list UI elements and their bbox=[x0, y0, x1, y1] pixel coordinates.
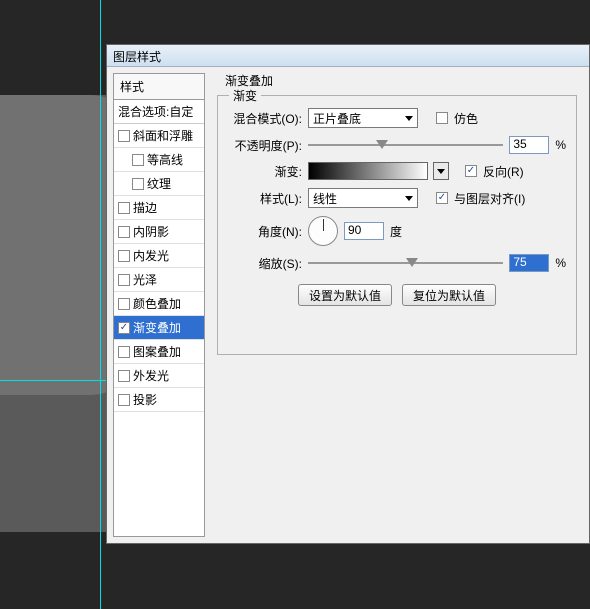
style-item-3[interactable]: 描边 bbox=[114, 196, 204, 220]
style-item-label: 外发光 bbox=[133, 367, 169, 384]
style-checkbox[interactable] bbox=[118, 298, 130, 310]
align-label: 与图层对齐(I) bbox=[454, 190, 525, 207]
style-item-label: 纹理 bbox=[147, 175, 171, 192]
style-item-11[interactable]: 投影 bbox=[114, 388, 204, 412]
style-item-9[interactable]: 图案叠加 bbox=[114, 340, 204, 364]
angle-unit: 度 bbox=[390, 223, 402, 240]
style-item-label: 内阴影 bbox=[133, 223, 169, 240]
styles-panel: 样式 混合选项:自定 斜面和浮雕等高线纹理描边内阴影内发光光泽颜色叠加渐变叠加图… bbox=[113, 73, 205, 537]
style-checkbox[interactable] bbox=[118, 130, 130, 142]
style-item-label: 颜色叠加 bbox=[133, 295, 181, 312]
style-item-5[interactable]: 内发光 bbox=[114, 244, 204, 268]
reverse-checkbox[interactable] bbox=[465, 165, 477, 177]
blend-mode-dropdown[interactable]: 正片叠底 bbox=[308, 108, 418, 128]
style-label: 样式(L): bbox=[228, 190, 302, 207]
angle-input[interactable]: 90 bbox=[344, 222, 384, 240]
opacity-label: 不透明度(P): bbox=[228, 137, 302, 154]
scale-input[interactable]: 75 bbox=[509, 254, 549, 272]
reverse-label: 反向(R) bbox=[483, 163, 524, 180]
style-item-4[interactable]: 内阴影 bbox=[114, 220, 204, 244]
opacity-input[interactable]: 35 bbox=[509, 136, 549, 154]
reset-default-button[interactable]: 复位为默认值 bbox=[402, 284, 496, 306]
style-item-1[interactable]: 等高线 bbox=[114, 148, 204, 172]
style-item-7[interactable]: 颜色叠加 bbox=[114, 292, 204, 316]
gradient-picker[interactable] bbox=[308, 162, 428, 180]
style-item-0[interactable]: 斜面和浮雕 bbox=[114, 124, 204, 148]
style-item-label: 内发光 bbox=[133, 247, 169, 264]
blend-mode-label: 混合模式(O): bbox=[228, 110, 302, 127]
dialog-titlebar[interactable]: 图层样式 bbox=[107, 45, 589, 67]
blend-mode-value: 正片叠底 bbox=[313, 110, 361, 127]
layer-style-dialog: 图层样式 样式 混合选项:自定 斜面和浮雕等高线纹理描边内阴影内发光光泽颜色叠加… bbox=[106, 44, 590, 544]
style-item-10[interactable]: 外发光 bbox=[114, 364, 204, 388]
dialog-title: 图层样式 bbox=[113, 50, 161, 64]
opacity-unit: % bbox=[555, 138, 566, 152]
chevron-down-icon bbox=[405, 196, 413, 201]
style-checkbox[interactable] bbox=[132, 178, 144, 190]
chevron-down-icon bbox=[437, 169, 445, 174]
gradient-overlay-panel: 渐变叠加 渐变 混合模式(O): 正片叠底 仿色 不透明度(P): bbox=[209, 73, 583, 537]
dither-checkbox[interactable] bbox=[436, 112, 448, 124]
gradient-label: 渐变: bbox=[228, 163, 302, 180]
style-checkbox[interactable] bbox=[132, 154, 144, 166]
style-item-2[interactable]: 纹理 bbox=[114, 172, 204, 196]
style-item-label: 渐变叠加 bbox=[133, 319, 181, 336]
style-checkbox[interactable] bbox=[118, 250, 130, 262]
align-checkbox[interactable] bbox=[436, 192, 448, 204]
style-item-label: 光泽 bbox=[133, 271, 157, 288]
blending-options[interactable]: 混合选项:自定 bbox=[114, 100, 204, 124]
chevron-down-icon bbox=[405, 116, 413, 121]
dither-label: 仿色 bbox=[454, 110, 478, 127]
style-value: 线性 bbox=[313, 190, 337, 207]
style-item-label: 图案叠加 bbox=[133, 343, 181, 360]
style-checkbox[interactable] bbox=[118, 202, 130, 214]
style-item-label: 描边 bbox=[133, 199, 157, 216]
angle-label: 角度(N): bbox=[228, 223, 302, 240]
opacity-slider[interactable] bbox=[308, 137, 503, 153]
style-item-6[interactable]: 光泽 bbox=[114, 268, 204, 292]
style-item-8[interactable]: 渐变叠加 bbox=[114, 316, 204, 340]
scale-slider[interactable] bbox=[308, 255, 503, 271]
style-dropdown[interactable]: 线性 bbox=[308, 188, 418, 208]
gradient-dropdown-button[interactable] bbox=[433, 162, 449, 180]
style-checkbox[interactable] bbox=[118, 274, 130, 286]
scale-unit: % bbox=[555, 256, 566, 270]
subgroup-title: 渐变 bbox=[229, 87, 261, 104]
style-checkbox[interactable] bbox=[118, 370, 130, 382]
style-item-label: 斜面和浮雕 bbox=[133, 127, 193, 144]
set-default-button[interactable]: 设置为默认值 bbox=[298, 284, 392, 306]
style-checkbox[interactable] bbox=[118, 322, 130, 334]
style-checkbox[interactable] bbox=[118, 226, 130, 238]
style-checkbox[interactable] bbox=[118, 394, 130, 406]
scale-label: 缩放(S): bbox=[228, 255, 302, 272]
style-item-label: 投影 bbox=[133, 391, 157, 408]
styles-header[interactable]: 样式 bbox=[114, 74, 204, 100]
style-item-label: 等高线 bbox=[147, 151, 183, 168]
style-checkbox[interactable] bbox=[118, 346, 130, 358]
angle-dial[interactable] bbox=[308, 216, 338, 246]
